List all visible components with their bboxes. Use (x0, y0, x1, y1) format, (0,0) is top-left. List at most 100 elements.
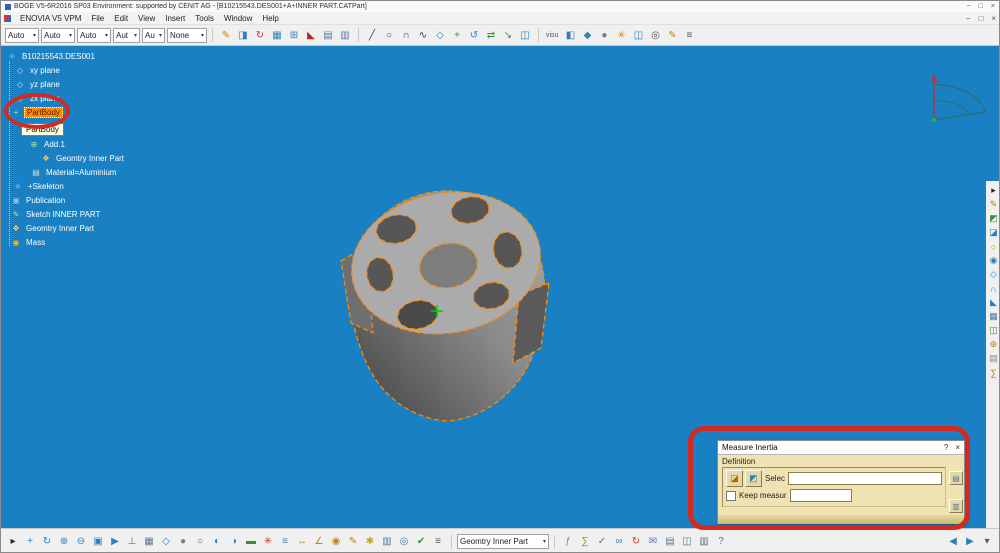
chamfer-icon[interactable]: ◣ (987, 296, 1000, 309)
tree-item-label[interactable]: B10215543.DES001 (20, 52, 97, 61)
tree-item-zx-plane[interactable]: ◇ zx plane (5, 91, 97, 105)
catalog-icon[interactable]: ▥ (337, 27, 353, 43)
maximize-button[interactable]: □ (979, 3, 983, 10)
pad-icon[interactable]: ◩ (987, 212, 1000, 225)
zoom-in-icon[interactable]: ⊕ (56, 534, 72, 550)
tree-item-label[interactable]: yz plane (28, 80, 62, 89)
tree-item-label-selected[interactable]: PartBody (24, 107, 63, 118)
view-front-icon[interactable]: ◧ (562, 27, 578, 43)
mail-icon[interactable]: ✉ (645, 534, 661, 550)
knowledge-icon[interactable]: ∑ (577, 534, 593, 550)
export-button-icon[interactable]: ▥ (949, 499, 963, 513)
section-icon[interactable]: ◫ (630, 27, 646, 43)
plane-icon[interactable]: ◇ (432, 27, 448, 43)
measure-between-icon[interactable]: ↔ (294, 534, 310, 550)
arc-icon[interactable]: ∩ (398, 27, 414, 43)
child-close-button[interactable]: × (991, 14, 996, 23)
check-icon[interactable]: ✓ (594, 534, 610, 550)
selection-field[interactable] (788, 472, 942, 485)
tree-item-label[interactable]: Mass (24, 238, 47, 247)
symmetry-icon[interactable]: ◫ (517, 27, 533, 43)
keep-measure-label[interactable]: Keep measur (739, 491, 787, 500)
shading-icon[interactable]: ● (175, 534, 191, 550)
expand-icon[interactable]: ▾ (979, 534, 995, 550)
tree-item-label[interactable]: Geomtry Inner Part (54, 154, 126, 163)
menu-window[interactable]: Window (219, 14, 257, 23)
tree-item-publication[interactable]: ▣ Publication (5, 193, 126, 207)
measure-item-icon[interactable]: ∠ (311, 534, 327, 550)
formula-icon[interactable]: ƒ (560, 534, 576, 550)
inertia-3d-button-icon[interactable]: ◪ (726, 470, 743, 487)
menu-insert[interactable]: Insert (160, 14, 190, 23)
normal-view-icon[interactable]: ⊥ (124, 534, 140, 550)
tree-item-xy-plane[interactable]: ◇ xy plane (5, 63, 97, 77)
minimize-button[interactable]: − (967, 3, 971, 10)
tree-item-sketch-inner-part[interactable]: ✎ Sketch INNER PART (5, 207, 126, 221)
hide-show-icon[interactable]: ◐ (209, 534, 225, 550)
refresh-icon[interactable]: ↻ (628, 534, 644, 550)
quick-view-icon[interactable]: ◇ (158, 534, 174, 550)
auto-combo-3[interactable]: Auto▾ (77, 28, 111, 43)
tree-item-label[interactable]: Sketch INNER PART (24, 210, 102, 219)
shaft-icon[interactable]: ◉ (987, 254, 1000, 267)
select-icon[interactable]: ▸ (5, 534, 21, 550)
render-style-icon[interactable]: ● (596, 27, 612, 43)
fit-all-icon[interactable]: ▣ (90, 534, 106, 550)
tree-item-partbody[interactable]: + PartBody (5, 105, 97, 119)
axis-icon[interactable]: + (449, 27, 465, 43)
auto-combo-5[interactable]: Au▾ (142, 28, 165, 43)
paintbrush-icon[interactable]: ◨ (235, 27, 251, 43)
snap-to-point-icon[interactable]: ⊞ (286, 27, 302, 43)
next-icon[interactable]: ▶ (962, 534, 978, 550)
inertia-2d-button-icon[interactable]: ◩ (745, 470, 762, 487)
active-geometry-combo[interactable]: Geomtry Inner Part ▾ (457, 534, 549, 549)
compass-tool-icon[interactable]: ✳ (260, 534, 276, 550)
zoom-out-icon[interactable]: ⊖ (73, 534, 89, 550)
measure-inertia-dialog[interactable]: Measure Inertia ? × Definition ◪◩ Selec … (717, 440, 965, 524)
material-icon[interactable]: ▤ (987, 352, 1000, 365)
pattern-icon[interactable]: ▦ (987, 310, 1000, 323)
dialog-help-button[interactable]: ? (944, 443, 948, 452)
tree-item-geometry-inner-part-2[interactable]: ❖ Geomtry Inner Part (5, 221, 126, 235)
menu-edit[interactable]: Edit (109, 14, 133, 23)
plane-tool-icon[interactable]: ◇ (987, 268, 1000, 281)
measure-inertia-icon[interactable]: ◉ (328, 534, 344, 550)
part-3d-model[interactable] (339, 183, 554, 428)
link-icon[interactable]: ∞ (611, 534, 627, 550)
compass-icon[interactable] (906, 74, 991, 136)
magnet-icon[interactable]: ◣ (303, 27, 319, 43)
title-bar[interactable]: BOGE V5-6R2016 SP03 Environment: support… (1, 1, 999, 12)
sheet-icon[interactable]: ▤ (662, 534, 678, 550)
menu-enovia[interactable]: ENOVIA V5 VPM (15, 14, 86, 23)
mirror-icon[interactable]: ◫ (987, 324, 1000, 337)
tree-item-label[interactable]: zx plane (28, 94, 62, 103)
menu-icon[interactable]: ≡ (430, 534, 446, 550)
auto-combo-1[interactable]: Auto▾ (5, 28, 39, 43)
tree-item-label[interactable]: xy plane (28, 66, 62, 75)
tree-item-add1[interactable]: ⊕ Add.1 (5, 137, 126, 151)
light-effect-icon[interactable]: ✱ (362, 534, 378, 550)
line-icon[interactable]: ╱ (364, 27, 380, 43)
circle-icon[interactable]: ○ (381, 27, 397, 43)
hole-icon[interactable]: ○ (987, 240, 1000, 253)
multi-view-icon[interactable]: ▦ (141, 534, 157, 550)
pan-icon[interactable]: + (22, 534, 38, 550)
apply-icon[interactable]: ✔ (413, 534, 429, 550)
tree-item-mass[interactable]: ◉ Mass (5, 235, 126, 249)
close-button[interactable]: × (991, 3, 995, 10)
rotate-left-icon[interactable]: ↺ (466, 27, 482, 43)
pencil-icon[interactable]: ✎ (218, 27, 234, 43)
tree-item-root[interactable]: ✳ B10215543.DES001 (5, 49, 97, 63)
select-tool-icon[interactable]: ▸ (987, 184, 1000, 197)
tree-item-geometry-inner-part[interactable]: ❖ Geomtry Inner Part (5, 151, 126, 165)
dialog-title-bar[interactable]: Measure Inertia ? × (718, 441, 964, 455)
menu-view[interactable]: View (133, 14, 160, 23)
print-icon[interactable]: ▥ (696, 534, 712, 550)
view-iso-icon[interactable]: ◆ (579, 27, 595, 43)
boolean-icon[interactable]: ⊕ (987, 338, 1000, 351)
scale-icon[interactable]: ↘ (500, 27, 516, 43)
menu-file[interactable]: File (86, 14, 109, 23)
dialog-close-button[interactable]: × (955, 443, 960, 452)
auto-combo-2[interactable]: Auto▾ (41, 28, 75, 43)
tree-item-label[interactable]: Publication (24, 196, 67, 205)
